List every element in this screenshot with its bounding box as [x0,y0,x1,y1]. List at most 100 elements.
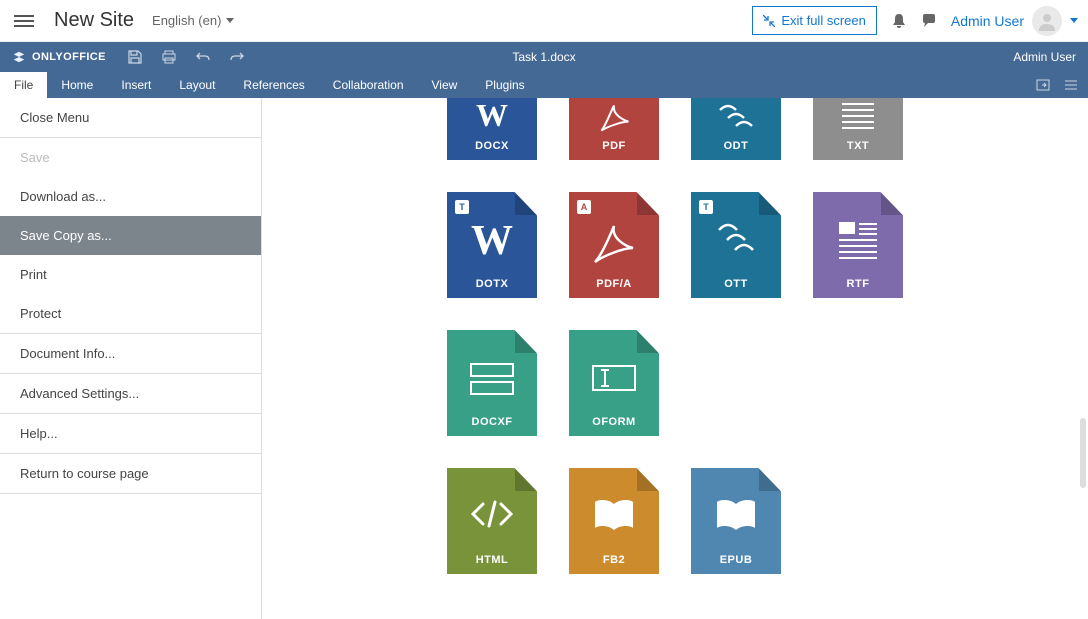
format-ott[interactable]: T OTT [691,192,781,298]
caret-down-icon [226,18,234,23]
format-odt[interactable]: ODT [691,98,781,160]
format-rtf[interactable]: RTF [813,192,903,298]
template-badge: T [699,200,713,214]
page-fold-icon [515,330,537,353]
site-name: New Site [54,9,134,32]
workspace: Close Menu Save Download as... Save Copy… [0,98,1088,619]
site-topbar: New Site English (en) Exit full screen A… [0,0,1088,42]
odt-birds-icon [691,100,781,132]
redo-icon[interactable] [220,42,254,72]
format-label: ODT [691,140,781,152]
book-icon [691,494,781,534]
tab-references[interactable]: References [229,72,318,98]
rtf-doc-icon [813,218,903,262]
format-label: OFORM [569,416,659,428]
format-label: DOCXF [447,416,537,428]
quick-tools [118,42,254,72]
format-pdf[interactable]: PDF [569,98,659,160]
page-fold-icon [759,192,781,215]
hamburger-menu-icon[interactable] [14,11,34,31]
user-name-label: Admin User [951,13,1024,29]
save-icon[interactable] [118,42,152,72]
page-fold-icon [637,192,659,215]
template-badge: T [455,200,469,214]
avatar-icon [1032,6,1062,36]
page-fold-icon [637,330,659,353]
onlyoffice-brand: ONLYOFFICE [0,50,118,64]
pdf-acrobat-icon [569,100,659,136]
file-return[interactable]: Return to course page [0,454,261,493]
page-fold-icon [759,468,781,491]
tab-insert[interactable]: Insert [107,72,165,98]
exit-fullscreen-label: Exit full screen [781,13,866,28]
file-save-copy-as[interactable]: Save Copy as... [0,216,261,255]
open-location-icon[interactable] [1036,78,1050,92]
editor-tabs: File Home Insert Layout References Colla… [0,72,1088,98]
page-fold-icon [637,468,659,491]
file-protect[interactable]: Protect [0,294,261,333]
tab-view[interactable]: View [418,72,472,98]
format-oform[interactable]: OFORM [569,330,659,436]
txt-lines-icon [813,100,903,132]
format-docx[interactable]: W DOCX [447,98,537,160]
word-w-icon: W [447,100,537,132]
format-label: TXT [813,140,903,152]
onlyoffice-logo-icon [12,50,26,64]
tab-home[interactable]: Home [47,72,107,98]
language-label: English (en) [152,13,221,28]
separator [0,493,261,494]
messages-icon[interactable] [921,13,937,29]
print-icon[interactable] [152,42,186,72]
editor-user-label: Admin User [1013,50,1088,64]
format-label: DOTX [447,278,537,290]
form-fields-icon [447,356,537,400]
tab-layout[interactable]: Layout [165,72,229,98]
format-docxf[interactable]: DOCXF [447,330,537,436]
file-document-info[interactable]: Document Info... [0,334,261,373]
file-print[interactable]: Print [0,255,261,294]
file-advanced-settings[interactable]: Advanced Settings... [0,374,261,413]
brand-label: ONLYOFFICE [32,51,106,63]
tab-collaboration[interactable]: Collaboration [319,72,418,98]
form-input-icon [569,356,659,400]
format-pdfa[interactable]: A PDF/A [569,192,659,298]
page-fold-icon [881,192,903,215]
tab-plugins[interactable]: Plugins [471,72,538,98]
tab-file[interactable]: File [0,72,47,98]
page-fold-icon [515,468,537,491]
book-icon [569,494,659,534]
format-fb2[interactable]: FB2 [569,468,659,574]
file-download-as[interactable]: Download as... [0,177,261,216]
svg-text:W: W [476,100,508,132]
format-label: PDF [569,140,659,152]
format-label: HTML [447,554,537,566]
language-selector[interactable]: English (en) [152,13,234,28]
format-grid: W DOCX PDF ODT TXT [262,98,1088,619]
archive-badge: A [577,200,591,214]
format-label: EPUB [691,554,781,566]
format-label: RTF [813,278,903,290]
word-w-icon: W [447,218,537,262]
scrollbar[interactable] [1080,418,1086,488]
view-settings-icon[interactable] [1064,78,1078,92]
undo-icon[interactable] [186,42,220,72]
html-tag-icon [447,494,537,534]
format-epub[interactable]: EPUB [691,468,781,574]
pdf-acrobat-icon [569,218,659,268]
format-label: FB2 [569,554,659,566]
notifications-icon[interactable] [891,13,907,29]
file-menu: Close Menu Save Download as... Save Copy… [0,98,262,619]
exit-fullscreen-button[interactable]: Exit full screen [752,6,877,35]
format-label: PDF/A [569,278,659,290]
editor-header: ONLYOFFICE Task 1.docx Admin User [0,42,1088,72]
user-menu[interactable]: Admin User [951,6,1078,36]
odt-birds-icon [691,218,781,258]
format-label: OTT [691,278,781,290]
shrink-icon [763,15,775,27]
format-txt[interactable]: TXT [813,98,903,160]
format-html[interactable]: HTML [447,468,537,574]
format-dotx[interactable]: T W DOTX [447,192,537,298]
svg-text:W: W [471,218,513,262]
file-close-menu[interactable]: Close Menu [0,98,261,137]
file-help[interactable]: Help... [0,414,261,453]
